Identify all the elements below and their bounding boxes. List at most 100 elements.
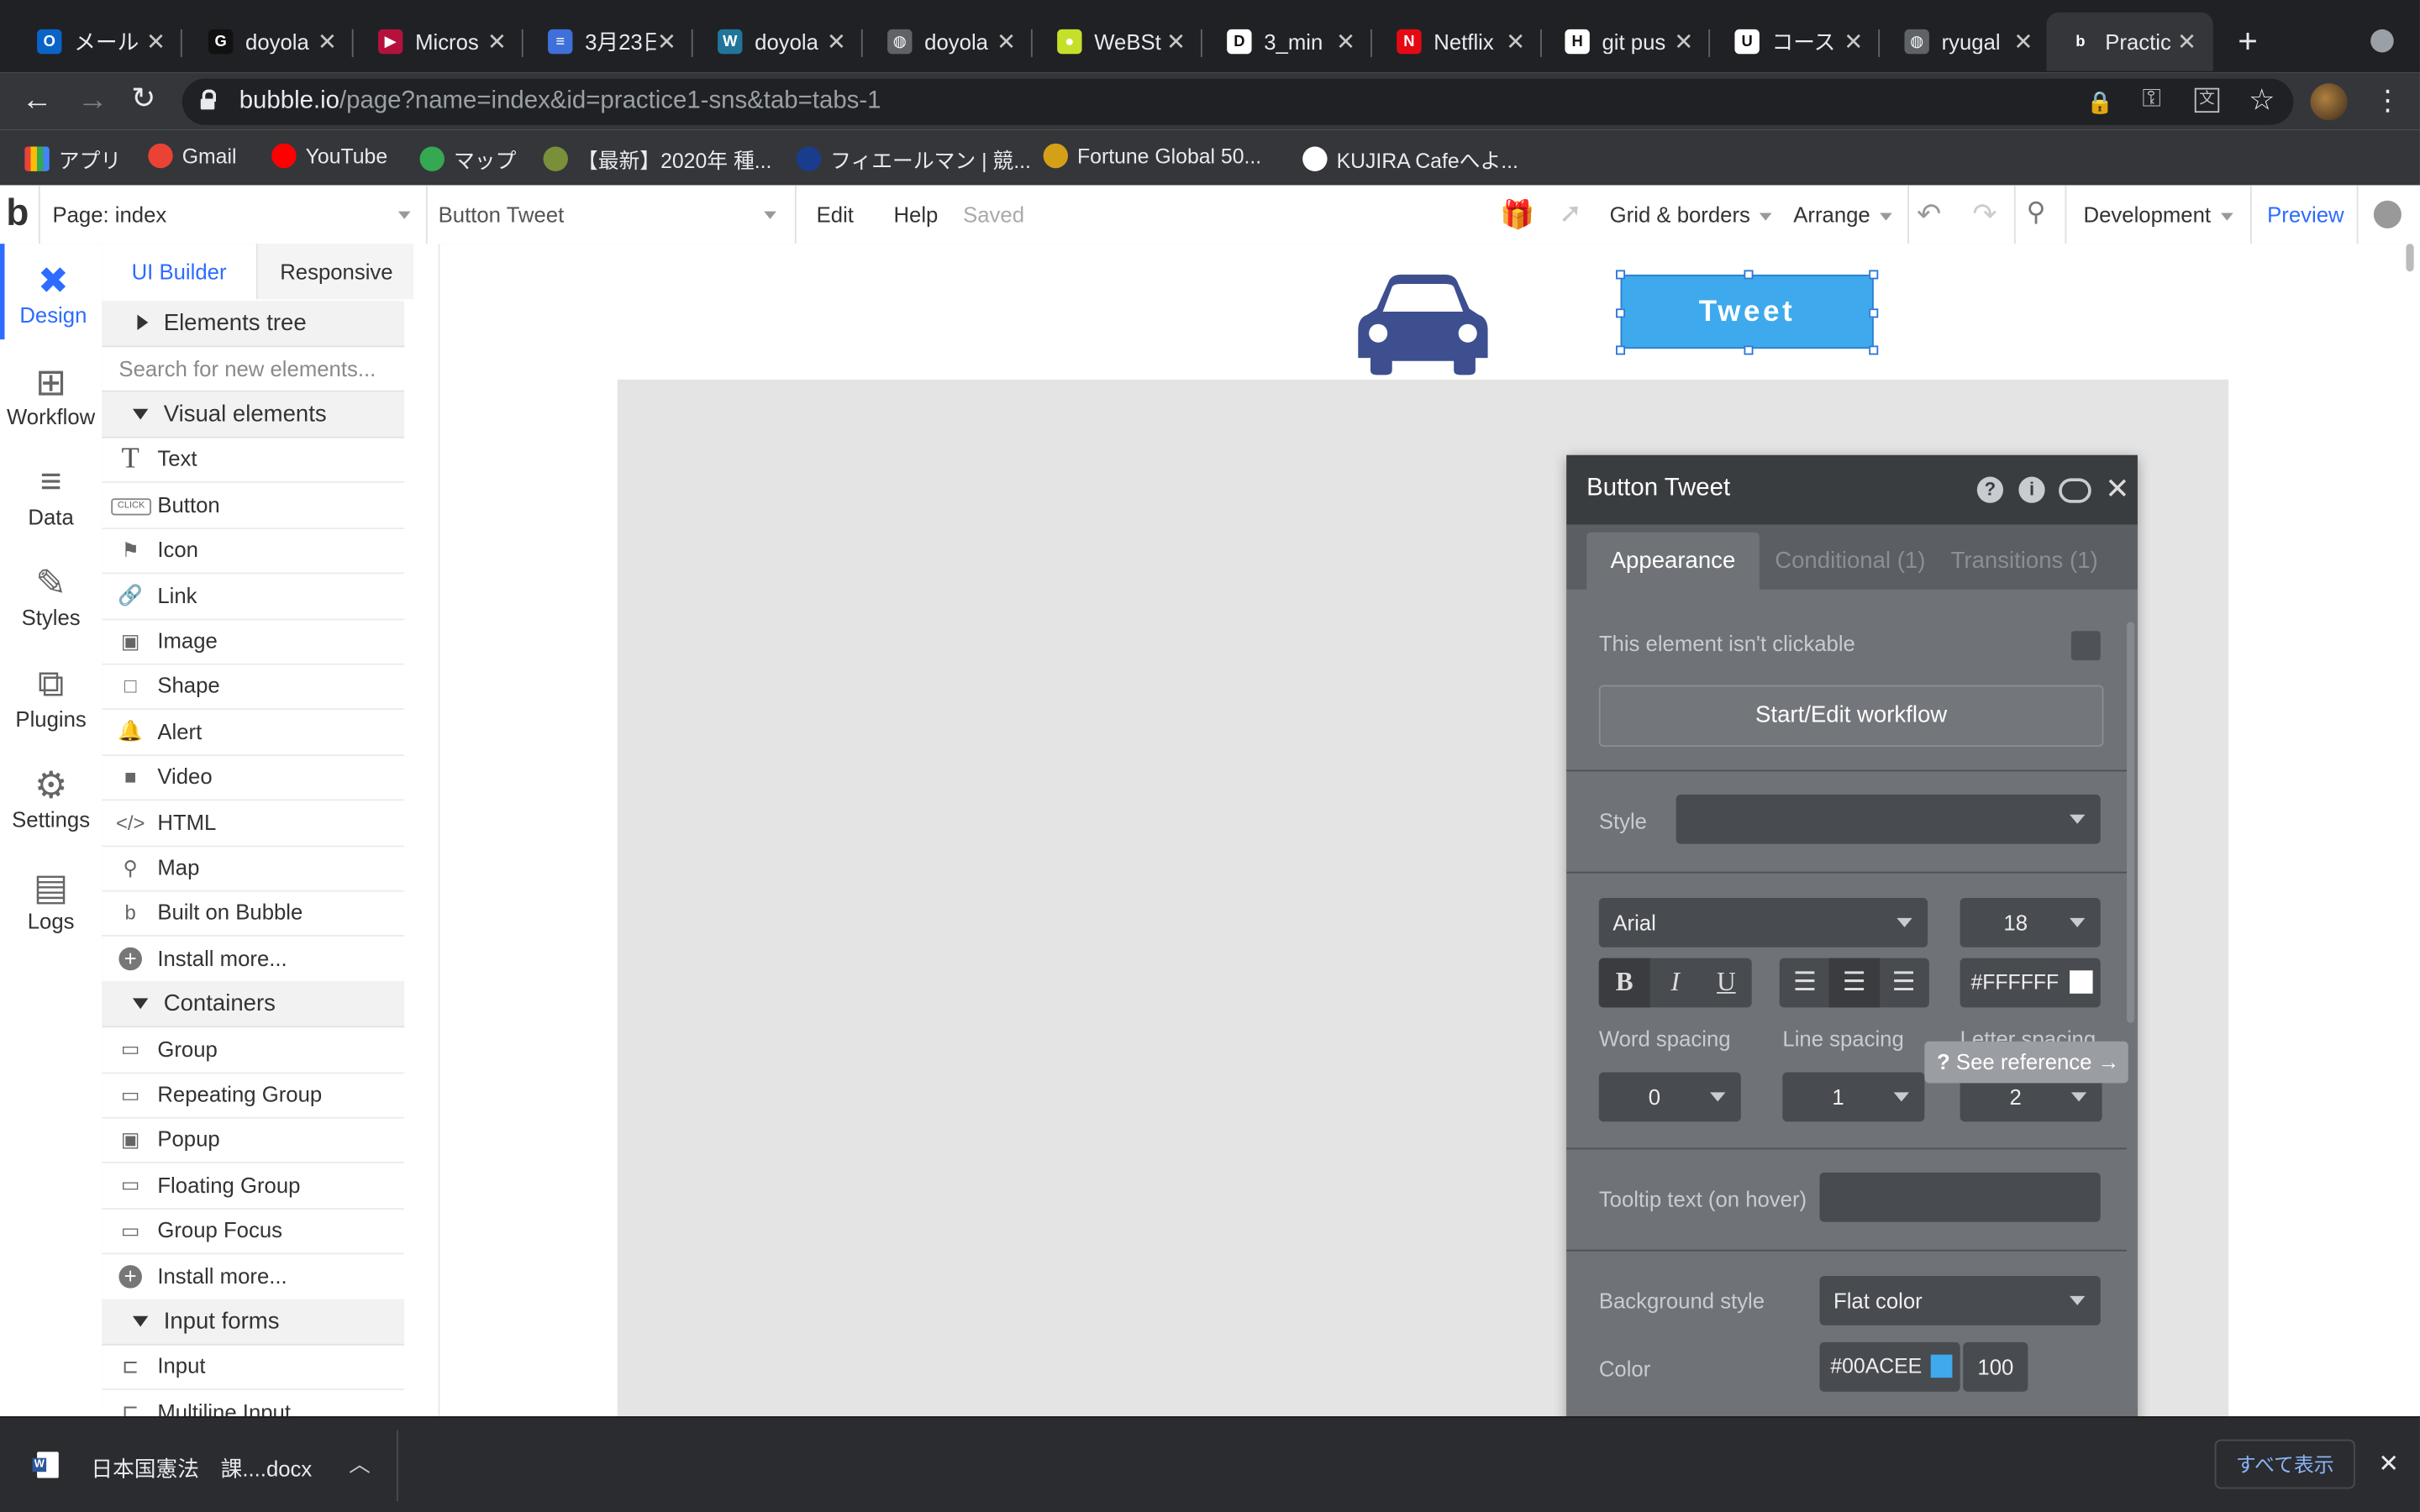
browser-tab[interactable]: ◍ doyola ✕ [865,13,1033,71]
tab-active[interactable]: b Practic ✕ [2046,12,2213,71]
undo-icon[interactable]: ↶ [1917,197,1941,233]
element-search-input[interactable]: Search for new elements... [102,345,405,392]
bookmark-item[interactable]: アプリ [24,144,121,175]
tab-appearance[interactable]: Appearance [1586,532,1760,590]
palette-item[interactable]: ■ Video [102,754,405,801]
close-tab-icon[interactable]: ✕ [317,28,339,55]
bookmark-item[interactable]: フィエールマン | 競... [796,144,1031,175]
comment-icon[interactable] [2059,478,2091,503]
close-tab-icon[interactable]: ✕ [1505,28,1527,55]
browser-tab[interactable]: ● WeBSt ✕ [1035,13,1202,71]
avatar[interactable] [2310,83,2348,121]
font-color-input[interactable]: #FFFFFF [1960,958,2101,1008]
palette-item[interactable]: ⊏ Multiline Input [102,1389,404,1417]
rail-item-logs[interactable]: ▤ Logs [0,850,102,946]
background-style-dropdown[interactable]: Flat color [1819,1275,2101,1326]
palette-item[interactable]: ▣ Popup [102,1117,405,1164]
palette-item[interactable]: ▭ Group [102,1026,405,1074]
resize-handle[interactable] [1744,270,1754,280]
close-tab-icon[interactable]: ✕ [2012,28,2034,55]
browser-tab[interactable]: U コース ✕ [1713,13,1881,71]
font-color-swatch[interactable] [2070,970,2093,994]
bookmark-item[interactable]: Gmail [148,143,237,169]
start-edit-workflow-button[interactable]: Start/Edit workflow [1598,685,2104,747]
palette-item[interactable]: ▭ Repeating Group [102,1073,405,1119]
tweet-button[interactable]: Tweet [1620,274,1874,349]
tab-ui-builder[interactable]: UI Builder [102,244,256,299]
tooltip-input[interactable] [1819,1172,2101,1222]
close-tab-icon[interactable]: ✕ [826,28,848,55]
close-tab-icon[interactable]: ✕ [2176,28,2198,55]
not-clickable-checkbox[interactable] [2070,631,2101,661]
forward-icon[interactable]: → [77,85,108,116]
canvas-scrollbar[interactable] [2406,244,2414,272]
browser-tab[interactable]: ≡ 3月23日✕ [526,13,693,71]
grid-borders-menu[interactable]: Grid & borders [1610,202,1772,227]
browser-tab[interactable]: Gdoyola ✕ [187,13,354,71]
palette-item[interactable]: ⊏ Input [102,1344,405,1391]
preview-link[interactable]: Preview [2267,202,2344,227]
close-tab-icon[interactable]: ✕ [1335,28,1357,55]
background-color-swatch[interactable] [1930,1354,1953,1378]
elements-tree-toggle[interactable]: Elements tree [102,301,405,348]
key-icon[interactable]: ⚿ [2142,87,2160,114]
reload-icon[interactable]: ↻ [131,84,162,116]
bookmark-item[interactable]: マップ [419,144,516,175]
resize-handle[interactable] [1744,345,1754,355]
close-tab-icon[interactable]: ✕ [145,28,167,55]
palette-item[interactable]: b Built on Bubble [102,890,405,937]
close-tab-icon[interactable]: ✕ [1673,28,1695,55]
edit-menu[interactable]: Edit [817,202,854,227]
search-icon[interactable]: ⚲ [2027,197,2046,228]
font-size-dropdown[interactable]: 18 [1960,897,2101,948]
rail-item-plugins[interactable]: ⧉ Plugins [0,648,102,743]
tab-transitions[interactable]: Transitions (1) [1951,548,2098,574]
line-spacing-dropdown[interactable]: 1 [1782,1072,1925,1122]
arrange-menu[interactable]: Arrange [1793,202,1892,227]
browser-tab[interactable]: O メール ✕ [15,13,182,71]
palette-item[interactable]: ▭ Floating Group [102,1163,405,1210]
browser-tab[interactable]: N Netflix ✕ [1375,13,1542,71]
palette-item[interactable]: ⚲ Map [102,846,405,892]
align-center-icon[interactable]: ☰ [1828,958,1881,1008]
close-icon[interactable]: ✕ [2378,1449,2399,1480]
browser-tab[interactable]: D 3_min ✕ [1205,13,1372,71]
palette-item[interactable]: 🔔 Alert [102,710,405,756]
gift-icon[interactable]: 🎁 [1500,199,1534,232]
browser-tab[interactable]: ◍ ryugal ✕ [1883,13,2050,71]
star-icon[interactable]: ☆ [2249,83,2275,118]
environment-selector[interactable]: Development [2084,202,2233,227]
close-tab-icon[interactable]: ✕ [1843,28,1865,55]
palette-section[interactable]: Containers [102,981,405,1028]
property-scrollbar[interactable] [2126,622,2135,1023]
palette-item[interactable]: □ Shape [102,664,405,711]
redo-icon[interactable]: ↷ [1972,197,1996,233]
palette-item[interactable]: + Install more... [102,1253,405,1300]
style-dropdown[interactable] [1676,794,2101,844]
rail-item-design[interactable]: ✖ Design [0,244,102,340]
page-selector[interactable]: Page: index [38,185,428,244]
bookmark-item[interactable]: KUJIRA Cafeへよ... [1302,144,1518,175]
palette-item[interactable]: 🔗 Link [102,574,405,620]
underline-button[interactable]: U [1701,958,1752,1008]
help-icon[interactable]: ? [1976,476,2004,503]
align-right-icon[interactable]: ☰ [1878,958,1929,1008]
resize-handle[interactable] [1616,308,1626,318]
background-color-input[interactable]: #00ACEE [1819,1341,1960,1392]
chevron-up-icon[interactable]: ︿ [349,1449,371,1480]
property-editor-header[interactable]: Button Tweet ? i ✕ [1566,454,2138,525]
palette-item[interactable]: + Install more... [102,937,405,983]
address-bar[interactable]: bubble.io/page?name=index&id=practice1-s… [182,78,2294,125]
close-tab-icon[interactable]: ✕ [996,28,1018,55]
element-selector[interactable]: Button Tweet [424,185,797,244]
bold-button[interactable]: B [1598,958,1650,1008]
see-reference-tooltip[interactable]: ? See reference → [1924,1041,2128,1084]
close-icon[interactable]: ✕ [2105,472,2129,507]
italic-button[interactable]: I [1649,958,1701,1008]
bubble-logo-icon[interactable]: b [6,193,29,236]
tab-conditional[interactable]: Conditional (1) [1775,548,1925,574]
close-tab-icon[interactable]: ✕ [656,28,678,55]
translate-icon[interactable]: 文 [2194,87,2220,113]
bookmark-item[interactable]: YouTube [271,143,387,169]
bookmark-item[interactable]: 【最新】2020年 種... [543,144,771,175]
